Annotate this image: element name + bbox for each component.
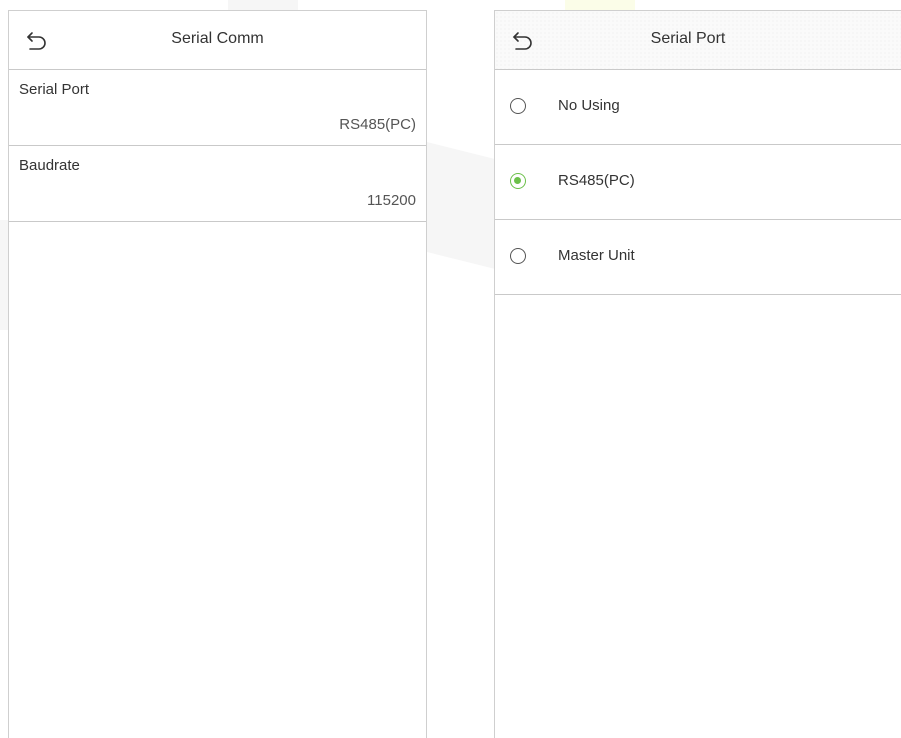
page-title: Serial Comm xyxy=(171,30,264,47)
header-bar: Serial Port xyxy=(495,11,901,70)
serial-comm-screen: Serial Comm Serial Port RS485(PC) Baudra… xyxy=(8,10,427,738)
watermark-shape xyxy=(0,220,8,330)
option-label: RS485(PC) xyxy=(558,172,635,189)
radio-button[interactable] xyxy=(510,248,526,264)
setting-label: Baudrate xyxy=(19,157,80,174)
setting-label: Serial Port xyxy=(19,81,90,98)
option-no-using[interactable]: No Using xyxy=(495,70,901,145)
watermark-shape xyxy=(228,0,298,10)
setting-serial-port[interactable]: Serial Port RS485(PC) xyxy=(9,70,426,146)
option-label: No Using xyxy=(558,97,620,114)
watermark-shape xyxy=(424,141,494,269)
watermark-shape xyxy=(565,0,635,10)
setting-baudrate[interactable]: Baudrate 115200 xyxy=(9,146,426,222)
setting-value: RS485(PC) xyxy=(339,116,416,133)
radio-button-selected[interactable] xyxy=(510,173,526,189)
setting-value: 115200 xyxy=(367,192,416,209)
header-bar: Serial Comm xyxy=(9,11,426,70)
option-rs485-pc[interactable]: RS485(PC) xyxy=(495,145,901,220)
option-label: Master Unit xyxy=(558,247,635,264)
radio-button[interactable] xyxy=(510,98,526,114)
page-title: Serial Port xyxy=(650,30,726,47)
option-master-unit[interactable]: Master Unit xyxy=(495,220,901,295)
serial-port-screen: Serial Port No Using RS485(PC) Master Un… xyxy=(494,10,901,738)
